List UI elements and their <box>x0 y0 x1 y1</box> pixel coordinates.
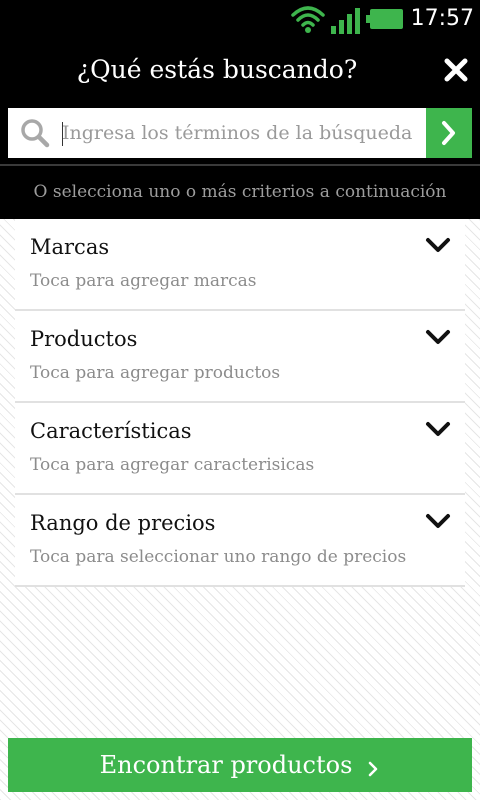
filter-item-price-range[interactable]: Rango de precios Toca para seleccionar u… <box>15 495 465 587</box>
search-header: ¿Qué estás buscando? O selecciona uno o … <box>0 38 480 219</box>
search-bar <box>8 108 472 158</box>
text-cursor <box>62 122 63 146</box>
chevron-down-icon <box>426 514 450 528</box>
filter-list: Marcas Toca para agregar marcas Producto… <box>15 219 465 587</box>
filter-subtitle: Toca para agregar productos <box>30 363 281 383</box>
close-button[interactable] <box>436 50 476 90</box>
criteria-hint: O selecciona uno o más criterios a conti… <box>33 182 447 202</box>
filter-title: Rango de precios <box>30 511 216 535</box>
filter-subtitle: Toca para agregar marcas <box>30 271 257 291</box>
chevron-down-icon <box>426 330 450 344</box>
chevron-right-icon <box>369 761 378 776</box>
find-products-button[interactable]: Encontrar productos <box>8 738 472 792</box>
header-divider <box>0 164 480 166</box>
signal-icon <box>331 8 360 34</box>
filter-subtitle: Toca para seleccionar uno rango de preci… <box>30 547 407 567</box>
filter-item-features[interactable]: Características Toca para agregar caract… <box>15 403 465 495</box>
chevron-down-icon <box>426 238 450 252</box>
filter-subtitle: Toca para agregar caracterisicas <box>30 455 315 475</box>
find-products-label: Encontrar productos <box>99 751 353 779</box>
chevron-down-icon <box>426 422 450 436</box>
chevron-right-icon <box>442 121 455 145</box>
filter-title: Características <box>30 419 192 443</box>
filter-item-products[interactable]: Productos Toca para agregar productos <box>15 311 465 403</box>
close-icon <box>444 58 468 82</box>
battery-icon <box>366 9 403 29</box>
wifi-icon <box>291 6 325 33</box>
filter-title: Marcas <box>30 235 110 259</box>
search-icon <box>21 119 50 148</box>
status-time: 17:57 <box>410 6 474 31</box>
filter-title: Productos <box>30 327 138 351</box>
page-title: ¿Qué estás buscando? <box>76 55 358 84</box>
status-bar: 17:57 <box>0 0 480 38</box>
filter-item-brands[interactable]: Marcas Toca para agregar marcas <box>15 219 465 311</box>
search-submit-button[interactable] <box>426 108 472 158</box>
search-input[interactable] <box>62 114 422 152</box>
